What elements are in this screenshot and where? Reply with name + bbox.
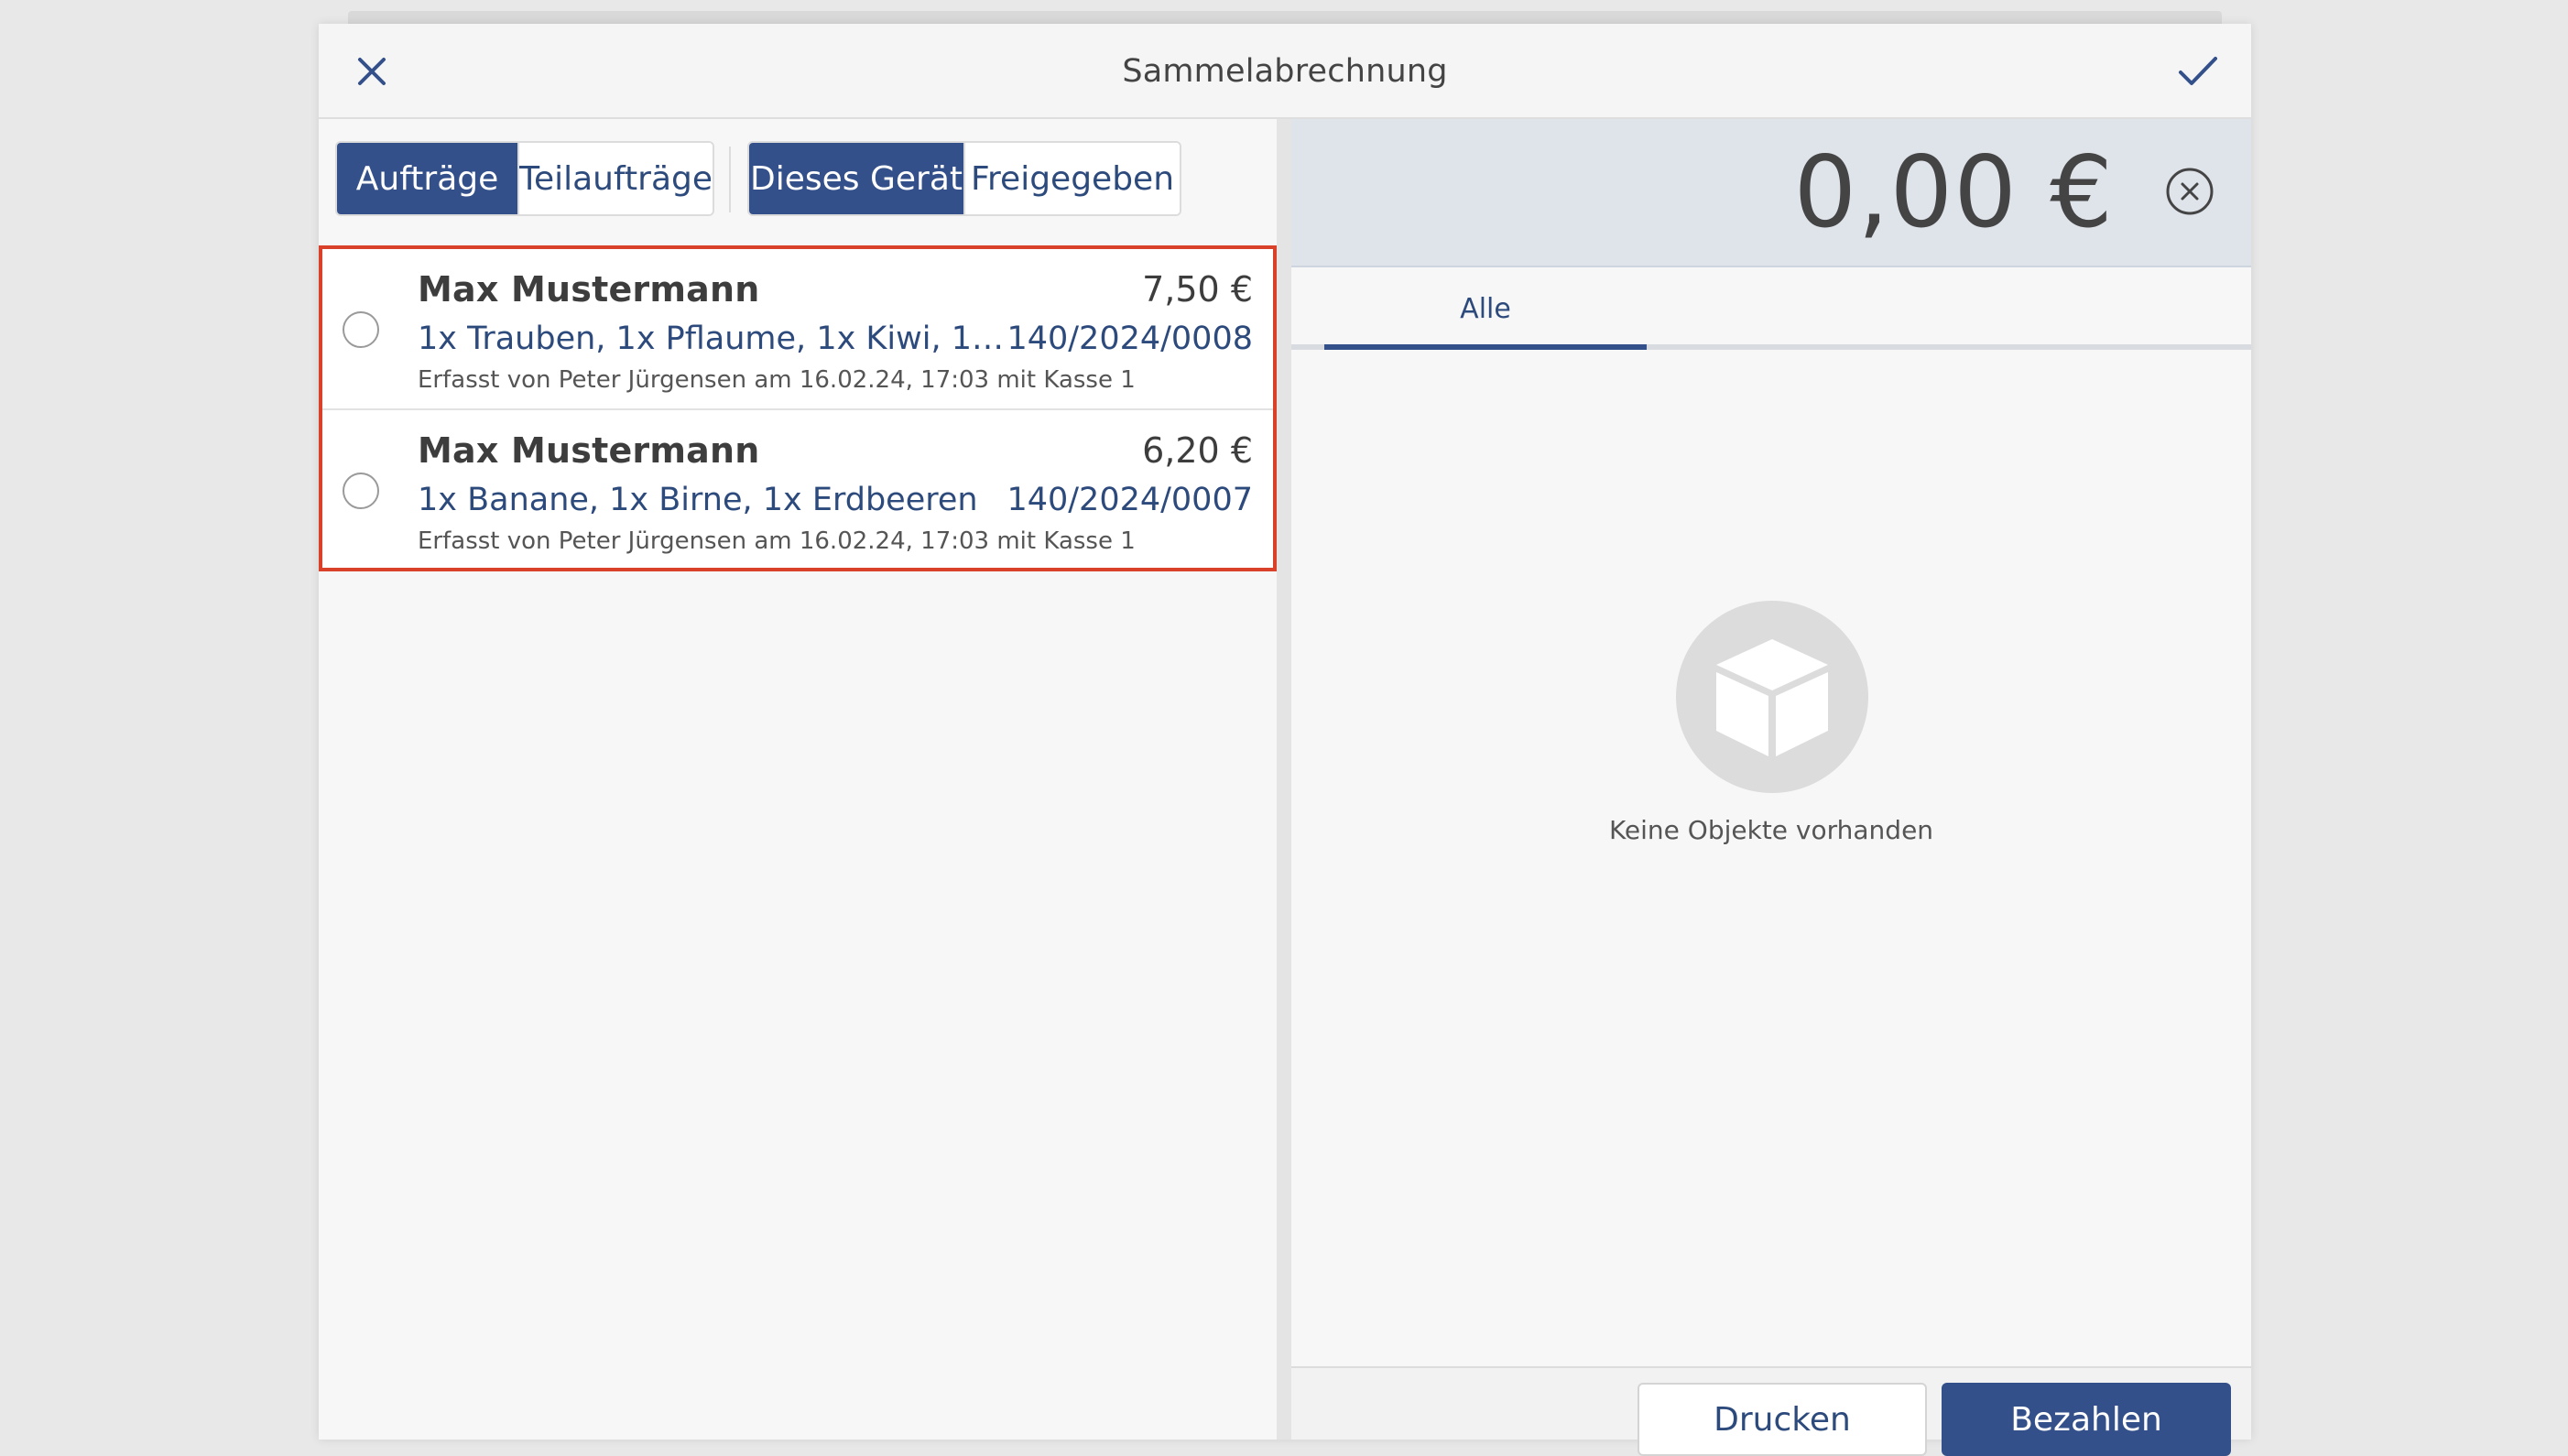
toggle-freigegeben[interactable]: Freigegeben <box>963 143 1180 214</box>
summary-tabs: Alle <box>1291 267 2251 350</box>
order-customer-name: Max Mustermann <box>418 430 760 471</box>
order-price: 6,20 € <box>1142 430 1253 471</box>
dialog-title: Sammelabrechnung <box>1122 53 1448 90</box>
orders-pane: Aufträge Teilaufträge Dieses Gerät Freig… <box>319 119 1277 1440</box>
order-number: 140/2024/0008 <box>1007 321 1253 357</box>
order-row[interactable]: Max Mustermann 6,20 € 1x Banane, 1x Birn… <box>322 408 1273 568</box>
order-list: Max Mustermann 7,50 € 1x Trauben, 1x Pfl… <box>319 245 1277 571</box>
print-button[interactable]: Drucken <box>1638 1383 1927 1456</box>
pay-button[interactable]: Bezahlen <box>1942 1383 2231 1456</box>
order-price: 7,50 € <box>1142 269 1253 310</box>
order-items: 1x Banane, 1x Birne, 1x Erdbeeren <box>418 482 978 518</box>
box-icon <box>1676 601 1868 793</box>
order-select-radio[interactable] <box>343 473 379 509</box>
order-number: 140/2024/0007 <box>1007 482 1253 518</box>
tab-alle[interactable]: Alle <box>1324 267 1647 350</box>
close-icon <box>358 58 386 85</box>
dialog-header: Sammelabrechnung <box>319 24 2251 119</box>
order-row[interactable]: Max Mustermann 7,50 € 1x Trauben, 1x Pfl… <box>322 249 1273 408</box>
order-meta: Erfasst von Peter Jürgensen am 16.02.24,… <box>418 527 1136 555</box>
toggle-auftraege[interactable]: Aufträge <box>337 143 518 214</box>
order-select-radio[interactable] <box>343 311 379 348</box>
action-footer: Drucken Bezahlen <box>1291 1366 2251 1456</box>
amount-bar: 0,00 € <box>1291 119 2251 267</box>
empty-state <box>1291 350 2251 1275</box>
order-items: 1x Trauben, 1x Pflaume, 1x Kiwi, 1x Man.… <box>418 321 1004 357</box>
pane-divider[interactable] <box>1277 119 1291 1440</box>
summary-pane: 0,00 € Alle Keine Objekte vorhanden Druc… <box>1291 119 2251 1456</box>
order-customer-name: Max Mustermann <box>418 269 760 310</box>
total-amount: 0,00 € <box>1793 136 2114 250</box>
source-toggle: Dieses Gerät Freigegeben <box>747 141 1181 216</box>
confirm-button[interactable] <box>2169 42 2227 101</box>
empty-state-text: Keine Objekte vorhanden <box>1608 815 1934 845</box>
order-meta: Erfasst von Peter Jürgensen am 16.02.24,… <box>418 366 1136 394</box>
toggle-dieses-geraet[interactable]: Dieses Gerät <box>749 143 963 214</box>
order-type-toggle: Aufträge Teilaufträge <box>335 141 714 216</box>
toggle-separator <box>729 147 731 212</box>
clear-button[interactable] <box>2163 165 2216 218</box>
toggle-teilauftraege[interactable]: Teilaufträge <box>517 143 713 214</box>
close-button[interactable] <box>343 42 401 101</box>
batch-billing-dialog: Sammelabrechnung Aufträge Teilaufträge D… <box>319 24 2251 1456</box>
checkmark-icon <box>2179 57 2217 85</box>
clear-circle-icon <box>2166 168 2214 215</box>
